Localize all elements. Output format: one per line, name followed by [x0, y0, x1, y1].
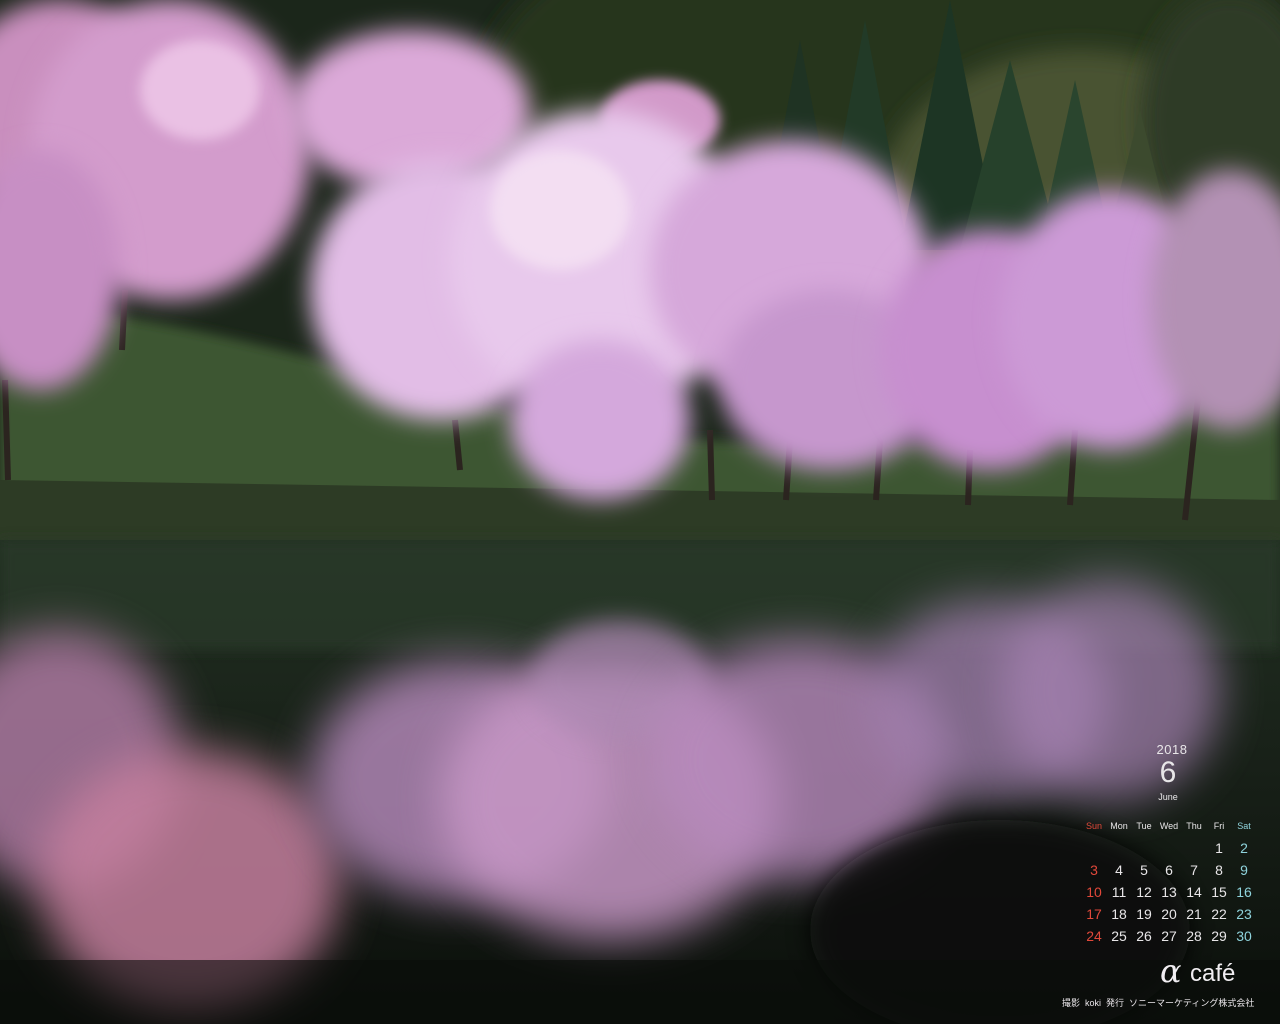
- calendar-day: 23: [1236, 906, 1252, 922]
- calendar-day: 19: [1136, 906, 1152, 922]
- weekday-header-sun: Sun: [1085, 821, 1102, 831]
- calendar-day: 3: [1090, 862, 1098, 878]
- calendar-day: 26: [1136, 928, 1152, 944]
- calendar-day: 22: [1211, 906, 1227, 922]
- alpha-logo-glyph: α: [1160, 952, 1182, 990]
- calendar-day: 12: [1136, 884, 1152, 900]
- photo-credit: 撮影 koki 発行 ソニーマーケティング株式会社: [1062, 996, 1259, 1009]
- calendar-day: 29: [1211, 928, 1227, 944]
- calendar-month-number: 6: [1159, 756, 1177, 789]
- calendar-day: 30: [1236, 928, 1252, 944]
- calendar-day: 17: [1086, 906, 1102, 922]
- calendar-day: 25: [1111, 928, 1127, 944]
- calendar-day: 21: [1186, 906, 1202, 922]
- calendar-month-name: June: [1158, 792, 1178, 802]
- calendar-day: 4: [1115, 862, 1123, 878]
- photo-credit-label: 撮影: [1062, 998, 1081, 1008]
- calendar-day: 6: [1165, 862, 1173, 878]
- calendar-day: 24: [1086, 928, 1102, 944]
- alpha-cafe-logo: α café: [1160, 952, 1260, 992]
- calendar-day: 20: [1161, 906, 1177, 922]
- lake-reflection: [0, 540, 1280, 1024]
- calendar-day: 10: [1086, 884, 1102, 900]
- weekday-header-sat: Sat: [1237, 821, 1251, 831]
- calendar-day: 14: [1186, 884, 1202, 900]
- weekday-header-wed: Wed: [1159, 821, 1179, 831]
- calendar-day: 11: [1111, 884, 1127, 900]
- calendar-day: 28: [1186, 928, 1202, 944]
- weekday-header-fri: Fri: [1213, 821, 1225, 831]
- weekday-header-tue: Tue: [1136, 821, 1152, 831]
- calendar-day: 2: [1240, 840, 1248, 856]
- calendar-day: 8: [1215, 862, 1223, 878]
- calendar-day: 5: [1140, 862, 1148, 878]
- photographer-name: koki: [1085, 998, 1102, 1008]
- calendar-day: 18: [1111, 906, 1127, 922]
- calendar-day: 27: [1161, 928, 1177, 944]
- weekday-header-thu: Thu: [1186, 821, 1202, 831]
- cafe-logo-text: café: [1190, 960, 1236, 987]
- calendar-day: 15: [1211, 884, 1227, 900]
- calendar-day: 7: [1190, 862, 1198, 878]
- calendar-day: 16: [1236, 884, 1252, 900]
- publisher-name: ソニーマーケティング株式会社: [1129, 998, 1255, 1008]
- calendar-day: 1: [1215, 840, 1223, 856]
- calendar-day: 9: [1240, 862, 1248, 878]
- calendar-day: 13: [1161, 884, 1177, 900]
- publisher-label: 発行: [1106, 998, 1125, 1008]
- calendar-year: 2018: [1156, 742, 1188, 757]
- weekday-header-mon: Mon: [1110, 821, 1128, 831]
